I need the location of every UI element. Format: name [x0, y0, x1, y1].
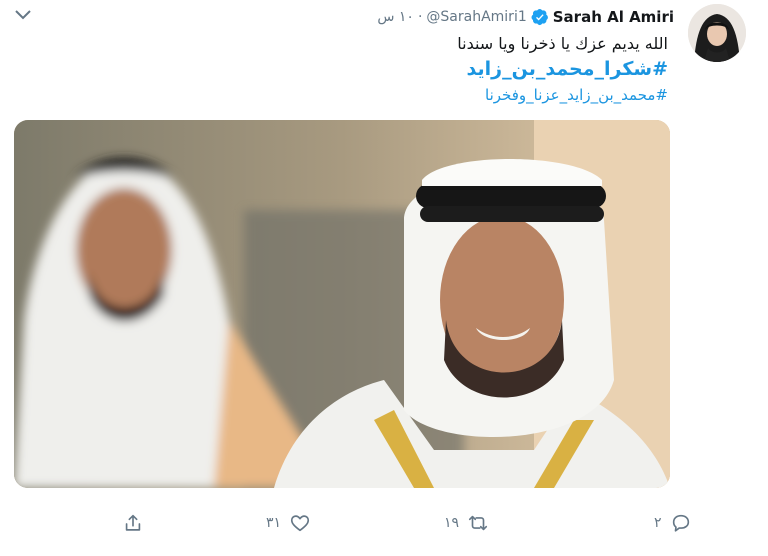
author-handle[interactable]: @SarahAmiri1	[426, 9, 526, 25]
retweet-count: ١٩	[444, 515, 460, 531]
chevron-down-icon[interactable]	[14, 8, 32, 20]
like-count: ٣١	[266, 515, 282, 531]
hashtag-link[interactable]: #شكرا_محمد_بن_زايد	[467, 58, 668, 80]
share-icon	[125, 514, 141, 531]
tweet-card[interactable]: Sarah Al Amiri @SarahAmiri1 · ١٠ س الله …	[0, 0, 768, 556]
share-button[interactable]	[122, 508, 144, 538]
retweet-button[interactable]: ١٩	[436, 508, 489, 538]
hashtag-link[interactable]: #محمد_بن_زايد_عزنا_وفخرنا	[485, 86, 668, 104]
photo-image	[14, 120, 670, 488]
separator-dot: ·	[417, 9, 423, 25]
tweet-photo[interactable]	[14, 120, 670, 488]
verified-badge-icon	[531, 8, 548, 26]
tweet-header: Sarah Al Amiri @SarahAmiri1 · ١٠ س	[377, 6, 674, 28]
tweet-text: الله يديم عزك يا ذخرنا ويا سندنا	[457, 34, 668, 53]
author-name[interactable]: Sarah Al Amiri	[553, 8, 674, 26]
avatar-image	[688, 4, 746, 62]
avatar[interactable]	[688, 4, 746, 62]
retweet-icon	[468, 515, 488, 531]
reply-button[interactable]: ٢	[646, 508, 692, 538]
timestamp[interactable]: ١٠ س	[377, 9, 414, 25]
reply-count: ٢	[654, 515, 662, 531]
like-button[interactable]: ٣١	[258, 508, 311, 538]
reply-icon	[672, 514, 689, 532]
tweet-actions: ٢ ١٩ ٣١	[0, 508, 768, 538]
heart-icon	[290, 515, 310, 532]
